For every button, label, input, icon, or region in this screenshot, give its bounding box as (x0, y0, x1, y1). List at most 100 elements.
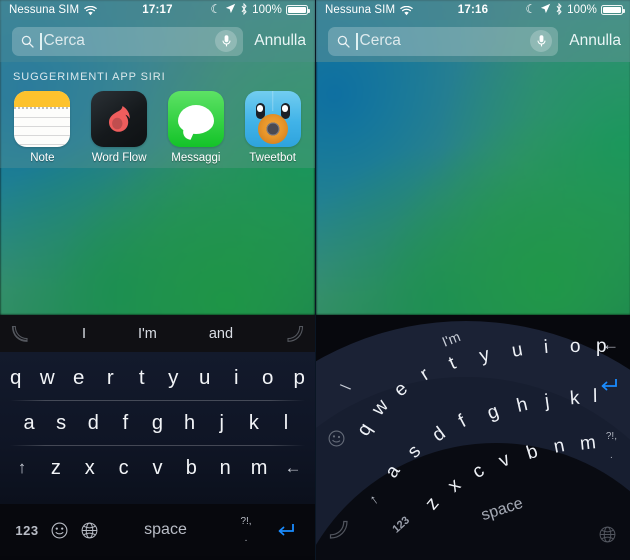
tweetbot-app-icon (244, 91, 301, 147)
key-row-1: q w e r t y u i o p (0, 356, 315, 400)
app-item-note[interactable]: Note (9, 91, 76, 164)
key-n[interactable]: n (208, 457, 242, 480)
key-u[interactable]: u (189, 366, 221, 390)
space-key[interactable]: space (104, 521, 227, 539)
text-caret (356, 32, 358, 50)
globe-icon[interactable] (599, 526, 616, 548)
punctuation-key[interactable]: ?!, . (227, 515, 265, 544)
siri-app-suggestions-section: SUGGERIMENTI APP SIRI Note Word Flow Mes… (0, 62, 315, 168)
search-input[interactable]: Cerca (12, 26, 244, 56)
keyboard-curved: I'm \ q w e r t y u i o p a s d f g h j … (316, 315, 630, 560)
key-row-3: ↑ z x c v b n m ← (0, 446, 315, 490)
suggestion-word[interactable]: I'm (138, 326, 157, 342)
emoji-smiley-icon[interactable] (44, 522, 74, 539)
punctuation-key[interactable]: ?!, . (606, 427, 617, 465)
battery-full-icon (286, 5, 310, 15)
key-f[interactable]: f (109, 412, 141, 435)
search-bar-right: Cerca Annulla (316, 20, 630, 62)
punctuation-secondary: . (610, 450, 613, 461)
text-caret (40, 32, 42, 50)
microphone-icon[interactable] (530, 30, 553, 52)
key-q[interactable]: q (0, 366, 32, 390)
moon-icon: ☾ (210, 2, 222, 16)
key-z[interactable]: z (39, 457, 73, 480)
key-o[interactable]: o (570, 336, 581, 358)
location-arrow-icon (225, 3, 236, 17)
moon-icon: ☾ (525, 2, 537, 16)
key-y[interactable]: y (158, 366, 190, 390)
bluetooth-icon (240, 2, 248, 18)
key-g[interactable]: g (141, 412, 173, 435)
return-arrow-icon[interactable] (265, 522, 305, 538)
numeric-key[interactable]: 123 (10, 523, 44, 538)
wifi-icon (84, 5, 97, 16)
key-e[interactable]: e (63, 366, 95, 390)
key-s[interactable]: s (45, 412, 77, 435)
suggestion-word[interactable]: I (82, 326, 86, 342)
app-item-tweetbot[interactable]: Tweetbot (239, 91, 306, 164)
punctuation-primary: ?!, (240, 515, 252, 527)
search-bar-left: Cerca Annulla (0, 20, 315, 62)
keyboard-flat: I I'm and q w e r t y u i o p a s d f g … (0, 315, 315, 560)
key-b[interactable]: b (174, 457, 208, 480)
key-a[interactable]: a (13, 412, 45, 435)
key-x[interactable]: x (73, 457, 107, 480)
battery-percent-label: 100% (252, 4, 282, 16)
battery-full-icon (601, 5, 625, 15)
key-c[interactable]: c (107, 457, 141, 480)
cancel-button[interactable]: Annulla (569, 32, 621, 50)
key-h[interactable]: h (174, 412, 206, 435)
siri-suggestions-title: SUGGERIMENTI APP SIRI (13, 71, 166, 83)
shift-up-arrow-icon[interactable]: ↑ (5, 458, 39, 478)
key-p[interactable]: p (284, 366, 316, 390)
search-input[interactable]: Cerca (328, 26, 559, 56)
key-l[interactable]: l (270, 412, 302, 435)
key-w[interactable]: w (32, 366, 64, 390)
globe-icon[interactable] (74, 522, 104, 539)
suggestion-word[interactable]: and (209, 326, 233, 342)
search-placeholder: Cerca (359, 32, 401, 49)
key-d[interactable]: d (77, 412, 109, 435)
suggestion-bar: I I'm and (0, 315, 315, 352)
backspace-arrow-icon[interactable]: ← (276, 458, 310, 478)
messages-app-icon (167, 91, 224, 147)
key-v[interactable]: v (141, 457, 175, 480)
key-r[interactable]: r (95, 366, 127, 390)
curve-right-icon[interactable] (285, 324, 305, 344)
key-k[interactable]: k (238, 412, 270, 435)
key-o[interactable]: o (252, 366, 284, 390)
backspace-arrow-icon[interactable]: ← (602, 335, 619, 355)
key-l[interactable]: l (593, 386, 598, 408)
key-i[interactable]: i (221, 366, 253, 390)
app-item-messaggi[interactable]: Messaggi (163, 91, 230, 164)
app-label: Note (30, 152, 55, 164)
emoji-smiley-icon[interactable] (328, 430, 345, 452)
phone-screen-left: Nessuna SIM 17:17 ☾ 100% Cerca Annulla S… (0, 0, 315, 560)
cancel-button[interactable]: Annulla (254, 32, 306, 50)
key-rows: q w e r t y u i o p a s d f g h j k l ↑ … (0, 352, 315, 504)
app-label: Messaggi (171, 152, 221, 164)
dual-screenshot-comparison: Nessuna SIM 17:17 ☾ 100% Cerca Annulla S… (0, 0, 630, 560)
key-j[interactable]: j (206, 412, 238, 435)
punctuation-primary: ?!, (605, 431, 617, 442)
return-arrow-icon[interactable] (598, 377, 618, 399)
location-arrow-icon (540, 3, 551, 17)
punctuation-secondary: . (244, 532, 248, 544)
microphone-icon[interactable] (215, 30, 238, 52)
key-m[interactable]: m (579, 432, 597, 456)
keyboard-bottom-row: 123 space ?!, . (0, 504, 315, 556)
magnifier-icon (337, 35, 350, 48)
key-m[interactable]: m (242, 457, 276, 480)
wifi-icon (400, 5, 413, 16)
app-item-word-flow[interactable]: Word Flow (86, 91, 153, 164)
search-placeholder: Cerca (43, 32, 85, 49)
phone-screen-right: Nessuna SIM 17:16 ☾ 100% Cerca Annulla I… (315, 0, 630, 560)
status-bar-left: Nessuna SIM 17:17 ☾ 100% (0, 0, 315, 20)
curve-left-icon[interactable] (10, 324, 30, 344)
curve-right-icon[interactable] (328, 519, 350, 546)
app-label: Word Flow (91, 152, 147, 164)
carrier-label: Nessuna SIM (9, 4, 80, 16)
key-t[interactable]: t (126, 366, 158, 390)
status-bar-right: Nessuna SIM 17:16 ☾ 100% (316, 0, 630, 20)
key-k[interactable]: k (569, 388, 580, 411)
